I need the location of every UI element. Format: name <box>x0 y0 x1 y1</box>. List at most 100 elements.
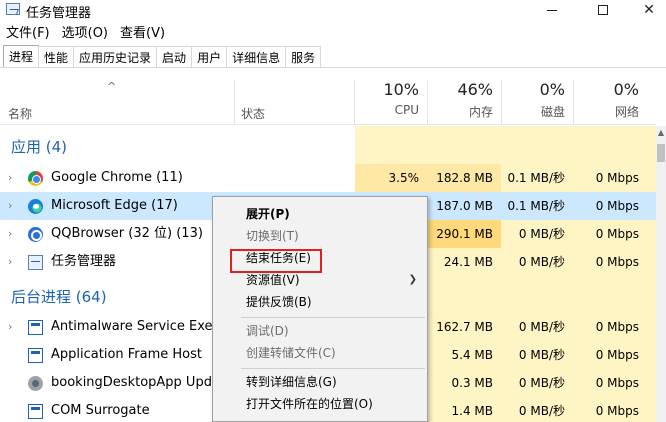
service-icon <box>28 320 43 335</box>
disk-label: 磁盘 <box>540 105 565 119</box>
memory-value: 162.7 MB <box>436 320 493 334</box>
network-value: 0 Mbps <box>595 199 639 213</box>
disk-value: 0 MB/秒 <box>518 404 565 418</box>
vertical-scrollbar[interactable]: ▲ <box>656 126 666 422</box>
minimize-button[interactable] <box>529 0 575 20</box>
minimize-icon <box>547 9 557 11</box>
window-title: 任务管理器 <box>26 6 92 21</box>
maximize-icon <box>598 5 608 15</box>
disk-value: 0 MB/秒 <box>518 255 565 269</box>
header-divider <box>0 124 656 125</box>
maximize-button[interactable] <box>580 0 626 20</box>
cpu-label: CPU <box>394 103 419 117</box>
column-name[interactable]: 名称 <box>8 105 32 122</box>
memory-value: 187.0 MB <box>436 199 493 213</box>
tab-strip: 进程 性能 应用历史记录 启动 用户 详细信息 服务 <box>3 45 322 68</box>
menu-item-go-to-details[interactable]: 转到详细信息(G) <box>213 371 427 393</box>
process-name: Google Chrome (11) <box>51 170 183 185</box>
expand-chevron-icon[interactable]: › <box>8 220 12 248</box>
menu-options[interactable]: 选项(O) <box>62 22 108 42</box>
menu-item-expand[interactable]: 展开(P) <box>213 203 427 225</box>
process-name: bookingDesktopApp Updat <box>51 375 226 390</box>
column-status[interactable]: 状态 <box>241 105 265 122</box>
qqbrowser-icon <box>28 227 43 242</box>
menu-separator <box>241 368 425 369</box>
tab-services[interactable]: 服务 <box>285 46 322 67</box>
scroll-up-icon[interactable]: ▲ <box>656 126 666 140</box>
expand-chevron-icon[interactable]: › <box>8 164 12 192</box>
process-name: COM Surrogate <box>51 403 150 418</box>
disk-value: 0.1 MB/秒 <box>507 171 565 185</box>
memory-value: 5.4 MB <box>451 348 493 362</box>
table-row[interactable]: › Google Chrome (11) 3.5% 182.8 MB 0.1 M… <box>0 164 656 192</box>
expand-chevron-icon[interactable]: › <box>8 313 12 341</box>
network-value: 0 Mbps <box>595 404 639 418</box>
column-cpu[interactable]: 10% CPU <box>355 68 427 124</box>
menu-item-switch-to[interactable]: 切换到(T) <box>213 225 427 247</box>
menu-item-open-file-location[interactable]: 打开文件所在的位置(O) <box>213 393 427 415</box>
group-header-apps[interactable]: 应用 (4) <box>0 133 656 161</box>
network-percent: 0% <box>613 80 639 99</box>
memory-value: 24.1 MB <box>443 255 493 269</box>
cpu-percent: 10% <box>383 80 419 99</box>
memory-value: 1.4 MB <box>451 404 493 418</box>
column-memory[interactable]: 46% 内存 <box>427 68 501 124</box>
close-icon: ✕ <box>643 2 655 18</box>
edge-icon <box>28 199 43 214</box>
menu-separator <box>241 317 425 318</box>
disk-value: 0.1 MB/秒 <box>507 199 565 213</box>
title-bar: 任务管理器 ✕ <box>0 0 666 21</box>
network-value: 0 Mbps <box>595 171 639 185</box>
tab-app-history[interactable]: 应用历史记录 <box>73 46 158 67</box>
disk-value: 0 MB/秒 <box>518 376 565 390</box>
tab-users[interactable]: 用户 <box>191 46 228 67</box>
disk-value: 0 MB/秒 <box>518 227 565 241</box>
menu-file[interactable]: 文件(F) <box>6 22 50 42</box>
network-value: 0 Mbps <box>595 227 639 241</box>
menu-item-feedback[interactable]: 提供反馈(B) <box>213 291 427 313</box>
column-network[interactable]: 0% 网络 <box>573 68 647 124</box>
disk-value: 0 MB/秒 <box>518 320 565 334</box>
expand-chevron-icon[interactable]: › <box>8 192 12 220</box>
memory-percent: 46% <box>457 80 493 99</box>
menu-bar: 文件(F) 选项(O) 查看(V) <box>0 22 165 42</box>
network-value: 0 Mbps <box>595 376 639 390</box>
sort-ascending-icon: ^ <box>107 80 117 93</box>
tab-processes[interactable]: 进程 <box>3 45 40 68</box>
menu-item-debug[interactable]: 调试(D) <box>213 320 427 342</box>
process-name: Application Frame Host <box>51 347 203 362</box>
menu-view[interactable]: 查看(V) <box>120 22 165 42</box>
tab-details[interactable]: 详细信息 <box>226 46 287 67</box>
group-title-apps: 应用 (4) <box>11 138 68 156</box>
memory-value: 290.1 MB <box>427 220 501 248</box>
process-name: QQBrowser (32 位) (13) <box>51 226 203 241</box>
memory-label: 内存 <box>468 105 493 119</box>
highlight-box <box>230 249 322 273</box>
column-header: ^ 名称 状态 10% CPU 46% 内存 0% 磁盘 0% 网络 <box>0 68 666 124</box>
close-button[interactable]: ✕ <box>626 0 666 20</box>
chrome-icon <box>28 171 43 186</box>
column-divider <box>234 80 235 124</box>
network-value: 0 Mbps <box>595 348 639 362</box>
booking-icon <box>28 376 43 391</box>
scroll-thumb[interactable] <box>657 144 665 162</box>
network-label: 网络 <box>614 105 639 119</box>
tab-performance[interactable]: 性能 <box>38 46 75 67</box>
group-title-background: 后台进程 (64) <box>11 288 107 306</box>
tab-startup[interactable]: 启动 <box>156 46 193 67</box>
disk-value: 0 MB/秒 <box>518 348 565 362</box>
network-value: 0 Mbps <box>595 255 639 269</box>
column-disk[interactable]: 0% 磁盘 <box>501 68 573 124</box>
network-value: 0 Mbps <box>595 320 639 334</box>
window-icon <box>28 404 43 419</box>
menu-item-label: 资源值(V) <box>246 273 300 287</box>
context-menu: 展开(P) 切换到(T) 结束任务(E) 资源值(V) ❯ 提供反馈(B) 调试… <box>212 196 428 422</box>
memory-value: 0.3 MB <box>451 376 493 390</box>
window-icon <box>28 348 43 363</box>
expand-chevron-icon[interactable]: › <box>8 248 12 276</box>
task-manager-icon <box>28 255 43 270</box>
task-manager-app-icon <box>6 3 20 15</box>
menu-item-create-dump[interactable]: 创建转储文件(C) <box>213 342 427 364</box>
memory-value: 182.8 MB <box>427 164 501 192</box>
submenu-arrow-icon: ❯ <box>408 274 417 285</box>
